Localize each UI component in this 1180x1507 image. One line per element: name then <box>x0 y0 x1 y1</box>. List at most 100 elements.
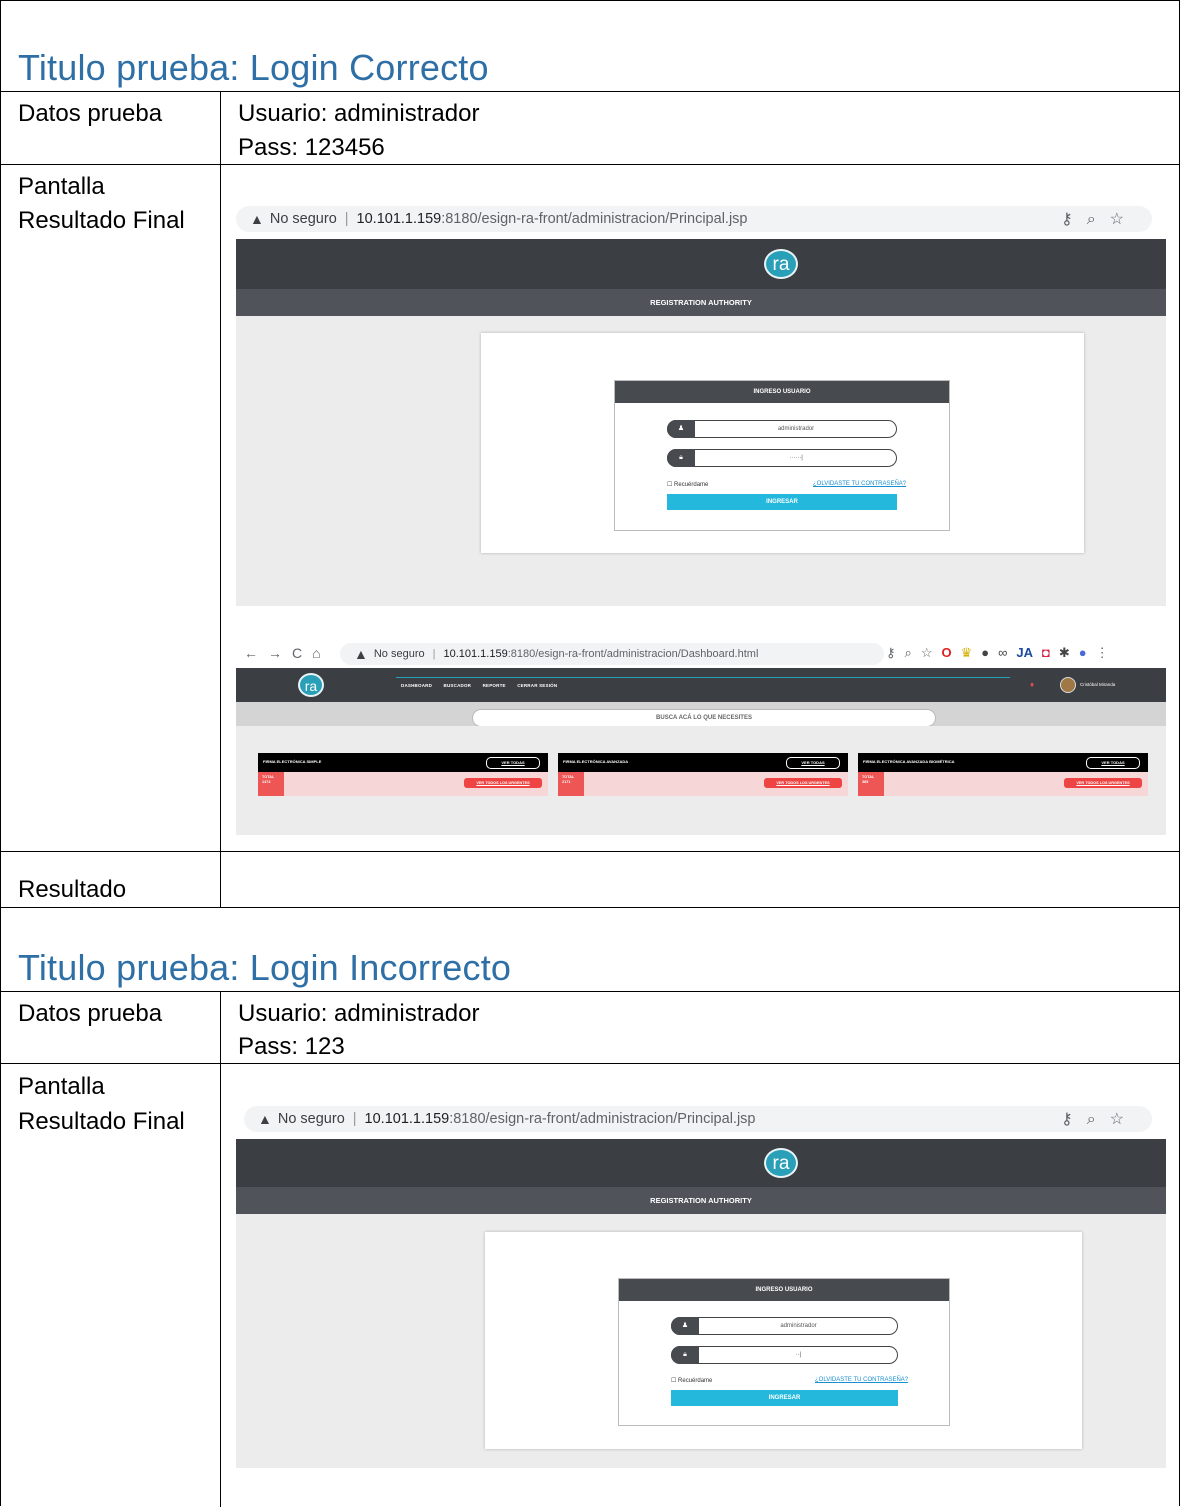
table-border <box>0 1063 1180 1064</box>
nav-buscador[interactable]: BUSCADOR <box>444 683 472 688</box>
puzzle-icon[interactable]: ✱ <box>1059 645 1070 661</box>
avatar[interactable] <box>1060 677 1076 693</box>
menu-icon[interactable]: ⋮ <box>1096 645 1109 661</box>
browser-nav-buttons[interactable]: ←→C⌂ <box>244 645 331 661</box>
separator: | <box>432 648 436 660</box>
pass-value: Pass: 123456 <box>238 134 385 161</box>
shield-icon[interactable]: ◘ <box>1042 645 1050 660</box>
app-header: ra <box>236 239 1166 289</box>
panel-row: TOTAL 385 VER TODOS LOS URGENTES <box>858 772 1148 796</box>
ver-urgentes-button[interactable]: VER TODOS LOS URGENTES <box>1064 778 1142 788</box>
user-name[interactable]: Cristóbal Miranda <box>1080 682 1115 687</box>
address-bar-icons[interactable]: ⚷⌕☆ <box>1061 1109 1138 1129</box>
panel-title: FIRMA ELECTRÓNICA AVANZADA BIOMÉTRICA <box>863 759 955 764</box>
url-path: :8180/esign-ra-front/administracion/Prin… <box>441 211 748 227</box>
ra-logo: ra <box>298 673 324 697</box>
bell-icon[interactable]: ♦ <box>1030 680 1034 689</box>
zoom-icon[interactable]: ⌕ <box>1087 1111 1110 1128</box>
login-screenshot: ▲ No seguro | 10.101.1.159:8180/esign-ra… <box>236 204 1166 606</box>
section-title-incorrect: Titulo prueba: Login Incorrecto <box>18 947 512 988</box>
ver-todas-button[interactable]: VER TODAS <box>786 757 840 769</box>
nav-cerrar-sesion[interactable]: CERRAR SESIÓN <box>517 683 557 688</box>
nav-underline <box>396 677 1010 678</box>
key-icon[interactable]: ⚷ <box>886 645 896 661</box>
ver-urgentes-button[interactable]: VER TODOS LOS URGENTES <box>764 778 842 788</box>
forgot-password-link[interactable]: ¿OLVIDASTE TU CONTRASEÑA? <box>813 481 906 487</box>
app-subtitle: REGISTRATION AUTHORITY <box>236 289 1166 316</box>
total-value: 1474 <box>262 780 271 784</box>
login-incorrect-screenshot: ▲ No seguro | 10.101.1.159:8180/esign-ra… <box>236 1104 1166 1468</box>
star-icon[interactable]: ☆ <box>1110 211 1138 228</box>
lock-icon: 🔒︎ <box>667 449 695 467</box>
panel-firma-simple: FIRMA ELECTRÓNICA SIMPLE VER TODAS TOTAL… <box>258 753 548 796</box>
ver-todas-button[interactable]: VER TODAS <box>486 757 540 769</box>
star-icon[interactable]: ☆ <box>1110 1111 1138 1128</box>
resultado-label: Resultado <box>18 876 127 903</box>
opera-icon[interactable]: O <box>941 645 951 660</box>
zoom-icon[interactable]: ⌕ <box>1087 211 1110 228</box>
key-icon[interactable]: ⚷ <box>1061 211 1087 228</box>
password-field[interactable]: 🔒︎ ······| <box>667 449 897 467</box>
ra-logo: ra <box>764 249 798 279</box>
key-icon[interactable]: ⚷ <box>1061 1111 1087 1128</box>
address-bar[interactable]: ▲ No seguro | 10.101.1.159:8180/esign-ra… <box>236 206 1152 232</box>
ingresar-button[interactable]: INGRESAR <box>667 494 897 510</box>
ver-urgentes-button[interactable]: VER TODOS LOS URGENTES <box>464 778 542 788</box>
glasses-icon[interactable]: ∞ <box>998 645 1007 660</box>
total-badge: TOTAL 1474 <box>258 772 284 796</box>
ingresar-button[interactable]: INGRESAR <box>671 1390 898 1406</box>
extension-icon[interactable]: ● <box>981 645 989 660</box>
ver-todas-button[interactable]: VER TODAS <box>1086 757 1140 769</box>
address-bar-icons[interactable]: ⚷⌕☆ <box>1061 209 1138 229</box>
total-badge: TOTAL 385 <box>858 772 884 796</box>
search-strip: BUSCA ACÁ LO QUE NECESITES <box>236 702 1166 727</box>
username-field[interactable]: ♟ administrador <box>671 1317 898 1335</box>
panel-firma-avanzada: FIRMA ELECTRÓNICA AVANZADA VER TODAS TOT… <box>558 753 848 796</box>
username-value: administrador <box>777 426 815 432</box>
table-border <box>0 991 1180 992</box>
total-label: TOTAL <box>262 775 275 779</box>
forgot-password-link[interactable]: ¿OLVIDASTE TU CONTRASEÑA? <box>815 1377 908 1383</box>
username-field[interactable]: ♟ administrador <box>667 420 897 438</box>
resultado-final-label: Resultado Final <box>18 207 185 234</box>
datos-label: Datos prueba <box>18 1000 163 1027</box>
panel-title: FIRMA ELECTRÓNICA SIMPLE <box>263 759 322 764</box>
password-field[interactable]: 🔒︎ ··| <box>671 1346 898 1364</box>
star-icon[interactable]: ☆ <box>921 645 933 661</box>
total-value: 2171 <box>562 780 571 784</box>
dashboard-body: FIRMA ELECTRÓNICA SIMPLE VER TODAS TOTAL… <box>236 726 1166 835</box>
table-column-divider <box>220 991 221 1507</box>
url-path: :8180/esign-ra-front/administracion/Dash… <box>507 648 759 660</box>
zoom-icon[interactable]: ⌕ <box>905 645 912 661</box>
reload-icon[interactable]: C <box>292 645 312 661</box>
address-bar[interactable]: ▲ No seguro | 10.101.1.159:8180/esign-ra… <box>340 643 884 665</box>
address-bar[interactable]: ▲ No seguro | 10.101.1.159:8180/esign-ra… <box>244 1106 1152 1132</box>
nav-reporte[interactable]: REPORTE <box>483 683 506 688</box>
remember-checkbox[interactable]: ☐ Recuérdame <box>671 1377 712 1384</box>
security-label: No seguro <box>373 648 425 660</box>
remember-checkbox[interactable]: ☐ Recuérdame <box>667 481 708 488</box>
table-border <box>0 851 1180 852</box>
app-body: INGRESO USUARIO ♟ administrador 🔒︎ ·····… <box>236 316 1166 606</box>
table-border <box>0 164 1180 165</box>
table-border <box>0 91 1180 92</box>
profile-icon[interactable]: ● <box>1079 645 1087 660</box>
login-card: INGRESO USUARIO ♟ administrador 🔒︎ ·····… <box>481 333 1084 553</box>
browser-extensions[interactable]: ⚷ ⌕ ☆ O ♛ ● ∞ JA ◘ ✱ ● ⋮ <box>886 645 1118 661</box>
dashboard-screenshot: ←→C⌂ ▲ No seguro | 10.101.1.159:8180/esi… <box>236 641 1166 835</box>
url-host: 10.101.1.159 <box>443 648 508 660</box>
app-subtitle: REGISTRATION AUTHORITY <box>236 1187 1166 1214</box>
panel-firma-biometrica: FIRMA ELECTRÓNICA AVANZADA BIOMÉTRICA VE… <box>858 753 1148 796</box>
table-column-divider <box>220 91 221 907</box>
home-icon[interactable]: ⌂ <box>312 645 330 661</box>
pantalla-label: Pantalla <box>18 1073 105 1100</box>
ja-icon[interactable]: JA <box>1016 645 1033 660</box>
crown-icon[interactable]: ♛ <box>961 645 973 661</box>
search-input[interactable]: BUSCA ACÁ LO QUE NECESITES <box>472 709 936 727</box>
username-value: administrador <box>780 1323 817 1329</box>
url-host: 10.101.1.159 <box>364 1111 450 1127</box>
lock-icon: 🔒︎ <box>671 1346 699 1364</box>
nav-dashboard[interactable]: DASHBOARD <box>401 683 432 688</box>
forward-icon[interactable]: → <box>268 645 292 661</box>
back-icon[interactable]: ← <box>244 645 268 661</box>
